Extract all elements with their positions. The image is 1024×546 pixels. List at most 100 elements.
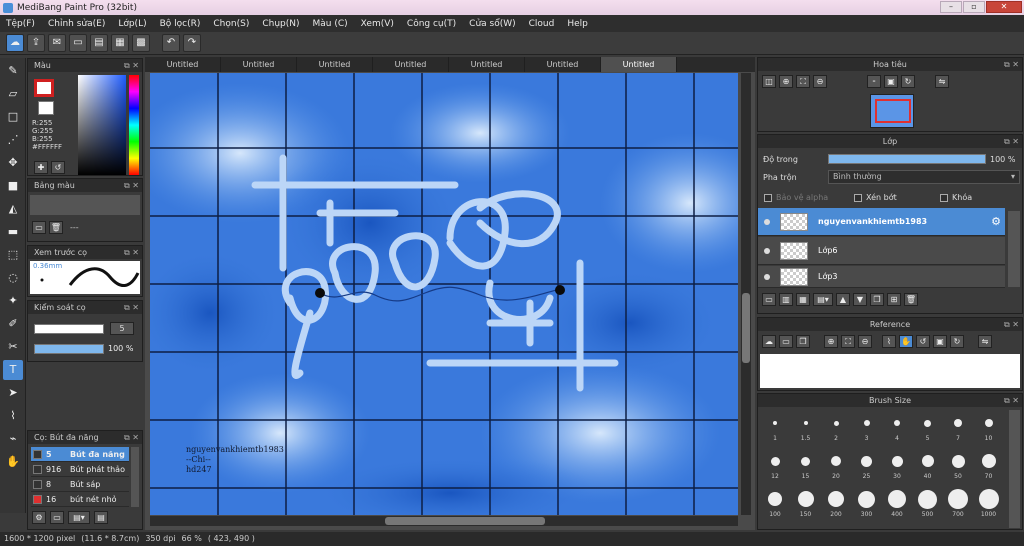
background-color-swatch[interactable] (38, 101, 54, 115)
canvas-horizontal-scrollbar[interactable] (150, 516, 738, 526)
hue-slider[interactable] (129, 75, 139, 175)
new-layer-icon[interactable]: ▭ (762, 293, 776, 306)
move-tool-icon[interactable]: ✥ (3, 153, 23, 173)
brush-size-preset[interactable]: 1000 (974, 487, 1004, 523)
nav-frame-icon[interactable]: ▣ (884, 75, 898, 88)
menu-color[interactable]: Màu (C) (313, 19, 348, 29)
tab-untitled-1[interactable]: Untitled (145, 57, 221, 72)
nav-bullet-icon[interactable]: ⁃ (867, 75, 881, 88)
rotate-right-icon[interactable]: ↻ (950, 335, 964, 348)
fill-rect-tool-icon[interactable]: ■ (3, 176, 23, 196)
protect-alpha-option[interactable]: Bảo vệ alpha (764, 193, 828, 202)
zoom-out-icon[interactable]: ⊖ (813, 75, 827, 88)
add-layer-menu-icon[interactable]: ▤▾ (813, 293, 833, 306)
brush-size-preset[interactable]: 300 (852, 487, 882, 523)
merge-layer-icon[interactable]: ⊞ (887, 293, 901, 306)
flip-icon[interactable]: ⇋ (935, 75, 949, 88)
document-icon[interactable]: ▤ (90, 34, 108, 52)
delete-palette-icon[interactable]: 🗑 (49, 221, 63, 234)
brush-size-preset[interactable]: 1.5 (791, 411, 821, 447)
move-down-icon[interactable]: ▼ (853, 293, 867, 306)
layer-opacity-slider[interactable] (828, 154, 986, 164)
hand-icon[interactable]: ✋ (899, 335, 913, 348)
minimize-button[interactable]: – (940, 1, 962, 13)
layer-visibility-icon[interactable] (764, 247, 770, 254)
new-folder-icon[interactable]: ▦ (796, 293, 810, 306)
tab-untitled-2[interactable]: Untitled (221, 57, 297, 72)
brush-size-preset[interactable]: 3 (852, 411, 882, 447)
text-tool-icon[interactable]: T (3, 360, 23, 380)
upload-icon[interactable]: ⇪ (27, 34, 45, 52)
brush-size-preset[interactable]: 50 (943, 449, 973, 485)
cloud-icon[interactable]: ☁ (6, 34, 24, 52)
delete-layer-icon[interactable]: 🗑 (904, 293, 918, 306)
brush-size-preset[interactable]: 4 (882, 411, 912, 447)
select-rect-tool-icon[interactable]: ⬚ (3, 245, 23, 265)
maximize-button[interactable]: ▫ (963, 1, 985, 13)
lock-checkbox[interactable] (940, 193, 948, 202)
gradient-tool-icon[interactable]: ▬ (3, 222, 23, 242)
fit-icon[interactable]: ⛶ (796, 75, 810, 88)
brush-size-preset[interactable]: 20 (821, 449, 851, 485)
zoom-out-icon[interactable]: ⊖ (858, 335, 872, 348)
drawing-canvas[interactable]: nguyenvankhiemtb1983 --Chi-- hd247 (150, 73, 738, 515)
reference-image-area[interactable] (760, 354, 1020, 388)
tab-untitled-4[interactable]: Untitled (373, 57, 449, 72)
eyedropper-tool-icon[interactable]: ⌇ (3, 406, 23, 426)
brush-size-preset[interactable]: 40 (913, 449, 943, 485)
brush-size-preset[interactable]: 1 (760, 411, 790, 447)
swap-colors-icon[interactable]: ✚ (34, 161, 48, 174)
menu-snap[interactable]: Chụp(N) (262, 19, 299, 29)
eyedropper-icon[interactable]: ⌇ (882, 335, 896, 348)
magic-wand-tool-icon[interactable]: ✦ (3, 291, 23, 311)
brush-size-preset[interactable]: 500 (913, 487, 943, 523)
menu-filter[interactable]: Bộ lọc(R) (160, 19, 201, 29)
zoom-in-icon[interactable]: ⊕ (824, 335, 838, 348)
tab-untitled-3[interactable]: Untitled (297, 57, 373, 72)
brush-size-preset[interactable]: 30 (882, 449, 912, 485)
brush-size-preset[interactable]: 10 (974, 411, 1004, 447)
hand-tool-icon[interactable]: ✋ (3, 452, 23, 472)
brush-size-preset[interactable]: 25 (852, 449, 882, 485)
select-eraser-tool-icon[interactable]: ✂ (3, 337, 23, 357)
new-brush-icon[interactable]: ▭ (50, 511, 64, 524)
layer-visibility-icon[interactable] (764, 218, 770, 225)
brush-size-preset[interactable]: 100 (760, 487, 790, 523)
brush-tool-icon[interactable]: ✎ (3, 61, 23, 81)
color-picker-area[interactable] (78, 75, 126, 175)
rect-tool-icon[interactable]: □ (3, 107, 23, 127)
layout-icon[interactable]: ▦ (111, 34, 129, 52)
brush-size-value[interactable]: 5 (110, 322, 134, 335)
tab-untitled-7[interactable]: Untitled (601, 57, 677, 72)
layer-row-lop3[interactable]: Lớp3 (758, 266, 1005, 288)
menu-cloud[interactable]: Cloud (529, 19, 555, 29)
brush-size-preset[interactable]: 400 (882, 487, 912, 523)
brush-item-fine-pen[interactable]: 16 bút nét nhỏ (31, 492, 129, 507)
nav-rotate-icon[interactable]: ◫ (762, 75, 776, 88)
menu-edit[interactable]: Chỉnh sửa(E) (48, 19, 105, 29)
flip-icon[interactable]: ⇋ (978, 335, 992, 348)
brush-size-scrollbar[interactable] (1009, 410, 1020, 528)
layer-row-nguyenvankhiemtb1983[interactable]: nguyenvankhiemtb1983 ⚙ (758, 208, 1005, 236)
vertical-scroll-thumb[interactable] (742, 293, 750, 363)
pen-tool-icon[interactable]: ⌁ (3, 429, 23, 449)
grid-icon[interactable]: ▩ (132, 34, 150, 52)
brush-size-preset[interactable]: 2 (821, 411, 851, 447)
palette-swatch-area[interactable] (30, 195, 140, 215)
bucket-tool-icon[interactable]: ◭ (3, 199, 23, 219)
canvas-vertical-scrollbar[interactable] (741, 73, 751, 515)
duplicate-layer-icon[interactable]: ❐ (870, 293, 884, 306)
brush-item-multi-pen[interactable]: 5 Bút đa năng (31, 447, 129, 462)
brush-doc-icon[interactable]: ▤ (94, 511, 108, 524)
menu-file[interactable]: Tệp(F) (6, 19, 35, 29)
menu-window[interactable]: Cửa sổ(W) (469, 19, 515, 29)
brush-opacity-slider[interactable] (34, 344, 104, 354)
blend-mode-select[interactable]: Bình thường ▾ (828, 170, 1020, 184)
close-button[interactable]: ✕ (986, 1, 1022, 13)
select-pen-tool-icon[interactable]: ✐ (3, 314, 23, 334)
brush-size-preset[interactable]: 700 (943, 487, 973, 523)
rotate-left-icon[interactable]: ↺ (916, 335, 930, 348)
move-up-icon[interactable]: ▲ (836, 293, 850, 306)
brush-list-scrollbar[interactable] (131, 447, 139, 507)
dot-tool-icon[interactable]: ⋰ (3, 130, 23, 150)
